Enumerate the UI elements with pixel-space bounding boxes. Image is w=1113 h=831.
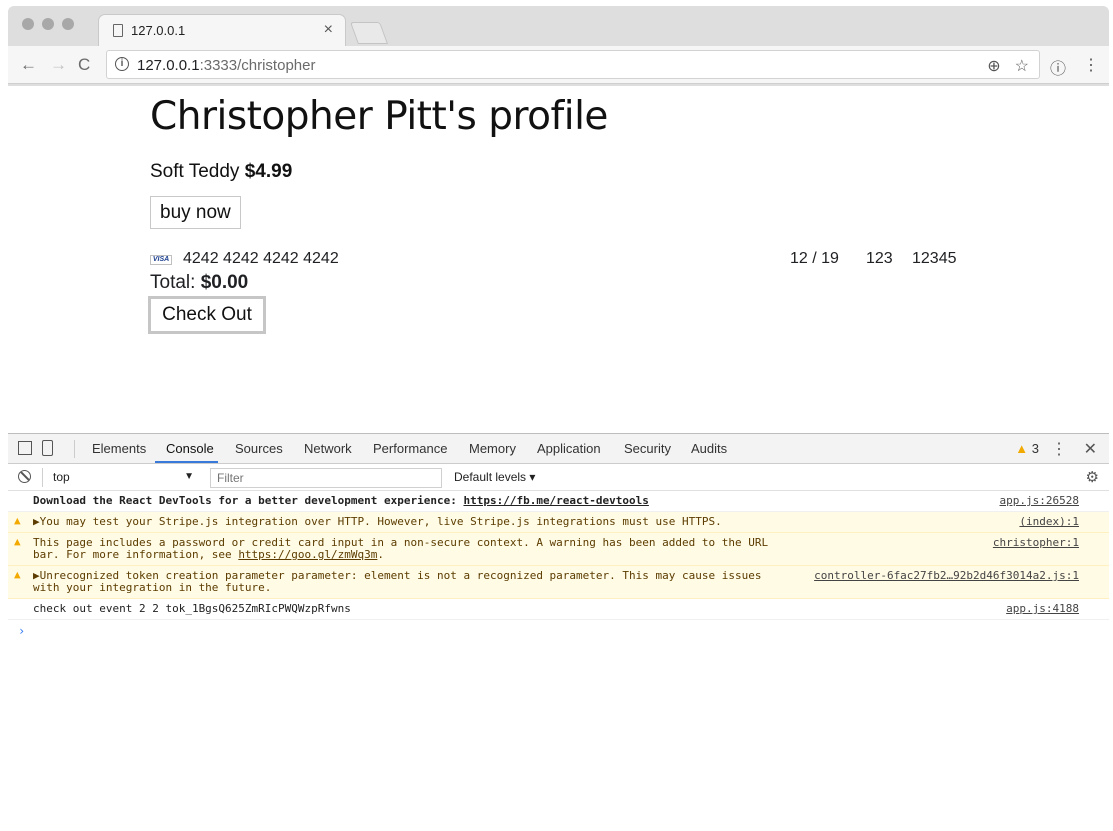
context-selector[interactable]: top ▼: [42, 468, 198, 487]
close-tab-icon[interactable]: ×: [324, 21, 333, 39]
console-filter-input[interactable]: [210, 468, 442, 488]
message-source[interactable]: app.js:26528: [1000, 495, 1079, 507]
window-controls: [22, 18, 74, 30]
product-name: Soft Teddy: [150, 161, 240, 182]
buy-now-button[interactable]: buy now: [150, 196, 241, 229]
message-text: Download the React DevTools for a better…: [33, 494, 464, 507]
tab-network[interactable]: Network: [304, 441, 352, 456]
console-warning: ▲ ▶You may test your Stripe.js integrati…: [8, 512, 1109, 533]
bookmark-star-icon[interactable]: ☆: [1015, 56, 1029, 76]
tab-console[interactable]: Console: [166, 441, 214, 456]
tab-application[interactable]: Application: [537, 441, 601, 456]
message-text[interactable]: ▶Unrecognized token creation parameter p…: [33, 570, 773, 594]
tab-performance[interactable]: Performance: [373, 441, 447, 456]
message-source[interactable]: (index):1: [1019, 516, 1079, 528]
warning-count: 3: [1031, 441, 1039, 456]
page-icon: [113, 24, 123, 37]
message-text: check out event 2 2 tok_1BgsQ625ZmRIcPWQ…: [33, 602, 351, 615]
browser-tab[interactable]: 127.0.0.1 ×: [98, 14, 346, 46]
extension-icon[interactable]: ⓘ: [1050, 55, 1066, 79]
dropdown-arrow-icon: ▼: [184, 471, 194, 482]
total-label: Total:: [150, 272, 196, 293]
browser-toolbar: ← → C i 127.0.0.1:3333/christopher ⊕ ☆ ⓘ…: [8, 46, 1109, 84]
message-text: This page includes a password or credit …: [33, 536, 775, 561]
console-filter-bar: top ▼ Default levels ▾ ⚙: [8, 464, 1109, 491]
forward-arrow-icon[interactable]: →: [50, 55, 67, 75]
inspect-element-icon[interactable]: [18, 441, 32, 455]
device-toolbar-icon[interactable]: [42, 440, 53, 456]
tab-memory[interactable]: Memory: [469, 441, 516, 456]
card-expiry-field[interactable]: 12 / 19: [790, 250, 839, 268]
prompt-chevron-icon: ›: [18, 624, 26, 638]
warning-icon: ▲: [14, 514, 21, 527]
active-tab-indicator: [155, 461, 218, 463]
devtools-tab-bar: Elements Console Sources Network Perform…: [8, 434, 1109, 464]
tab-audits[interactable]: Audits: [691, 441, 727, 456]
message-suffix: .: [377, 548, 385, 561]
url-host: 127.0.0.1: [137, 57, 200, 74]
info-icon[interactable]: i: [115, 57, 129, 71]
tab-sources[interactable]: Sources: [235, 441, 283, 456]
message-text[interactable]: ▶You may test your Stripe.js integration…: [33, 516, 773, 528]
url-path: :3333/christopher: [199, 57, 316, 74]
url-text[interactable]: 127.0.0.1:3333/christopher: [137, 57, 315, 74]
console-warning: ▲ ▶Unrecognized token creation parameter…: [8, 566, 1109, 599]
new-tab-button[interactable]: [349, 22, 389, 44]
warning-icon: ▲: [14, 568, 21, 581]
console-warning: ▲ This page includes a password or credi…: [8, 533, 1109, 566]
product-line: Soft Teddy $4.99: [150, 161, 990, 183]
minimize-window-button[interactable]: [42, 18, 54, 30]
message-link[interactable]: https://goo.gl/zmWq3m: [238, 548, 377, 561]
console-message: Download the React DevTools for a better…: [8, 491, 1109, 512]
maximize-window-button[interactable]: [62, 18, 74, 30]
tab-title: 127.0.0.1: [131, 23, 186, 38]
total-line: Total: $0.00: [150, 272, 248, 294]
message-link[interactable]: https://fb.me/react-devtools: [463, 494, 648, 507]
tab-elements[interactable]: Elements: [92, 441, 146, 456]
console-message: check out event 2 2 tok_1BgsQ625ZmRIcPWQ…: [8, 599, 1109, 620]
warning-counter[interactable]: ▲ 3: [1015, 441, 1039, 456]
check-out-button[interactable]: Check Out: [148, 296, 266, 334]
address-bar-actions: ⊕ ☆: [987, 56, 1029, 76]
page-content: Christopher Pitt's profile Soft Teddy $4…: [148, 94, 990, 334]
card-number-field[interactable]: 4242 4242 4242 4242: [183, 250, 339, 268]
reload-icon[interactable]: C: [78, 55, 90, 75]
close-window-button[interactable]: [22, 18, 34, 30]
visa-card-icon: VISA: [150, 255, 172, 265]
log-levels-label: Default levels: [454, 470, 527, 484]
tab-separator: [74, 440, 75, 458]
message-source[interactable]: christopher:1: [993, 537, 1079, 549]
close-devtools-icon[interactable]: ✕: [1084, 439, 1097, 459]
page-title: Christopher Pitt's profile: [150, 94, 608, 139]
card-zip-field[interactable]: 12345: [912, 250, 957, 268]
address-bar[interactable]: i 127.0.0.1:3333/christopher ⊕ ☆: [106, 50, 1040, 79]
log-levels-dropdown[interactable]: Default levels ▾: [454, 470, 535, 484]
back-arrow-icon[interactable]: ←: [20, 55, 37, 75]
warning-icon: ▲: [1015, 441, 1029, 456]
card-input[interactable]: VISA 4242 4242 4242 4242 12 / 19 123 123…: [150, 250, 990, 270]
clear-console-icon[interactable]: [18, 470, 31, 483]
console-prompt[interactable]: ›: [8, 620, 1109, 642]
devtools-panel: Elements Console Sources Network Perform…: [8, 433, 1109, 643]
warning-icon: ▲: [14, 535, 21, 548]
devtools-menu-icon[interactable]: ⋮: [1051, 439, 1067, 459]
message-source[interactable]: controller-6fac27fb2…92b2d46f3014a2.js:1: [814, 570, 1079, 582]
card-cvc-field[interactable]: 123: [866, 250, 893, 268]
total-value: $0.00: [200, 272, 249, 293]
context-value: top: [53, 470, 70, 484]
gear-icon[interactable]: ⚙: [1086, 468, 1099, 486]
product-price: $4.99: [244, 161, 293, 182]
message-source[interactable]: app.js:4188: [1006, 603, 1079, 615]
tab-security[interactable]: Security: [624, 441, 671, 456]
zoom-icon[interactable]: ⊕: [987, 56, 1000, 76]
menu-kebab-icon[interactable]: ⋮: [1083, 55, 1099, 75]
